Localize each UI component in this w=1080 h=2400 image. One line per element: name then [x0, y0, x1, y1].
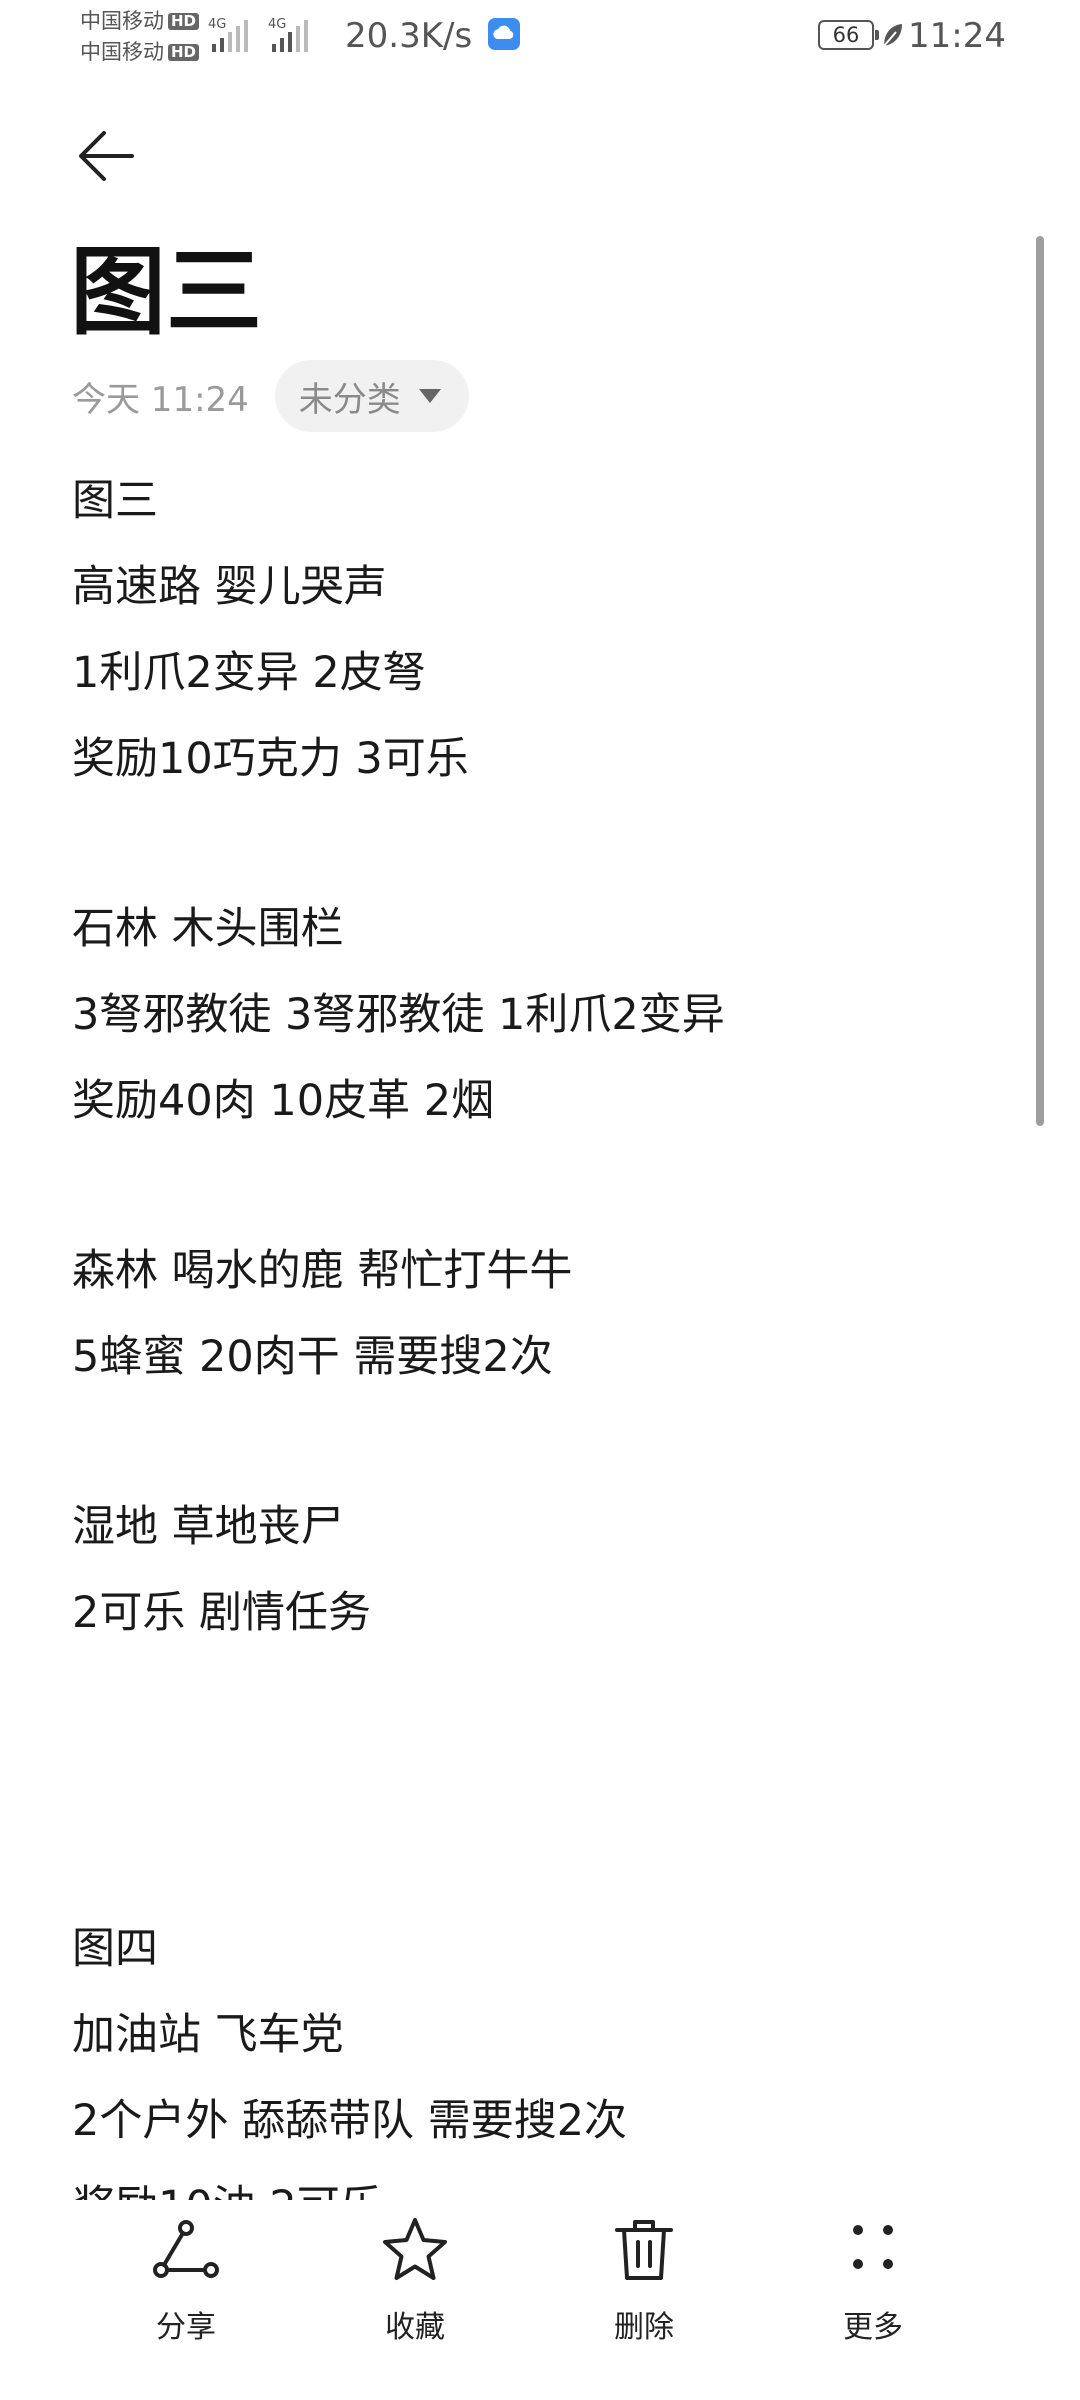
status-bar: 中国移动 HD 中国移动 HD 4G 4G 20.3K/s 66 11:24: [0, 0, 1080, 80]
battery-level: 66: [832, 23, 860, 47]
note-line[interactable]: 图四: [72, 1906, 1012, 1992]
trash-icon: [615, 2220, 673, 2280]
note-line[interactable]: 3弩邪教徒 3弩邪教徒 1利爪2变异: [72, 972, 1012, 1058]
more-button[interactable]: 更多: [773, 2214, 973, 2364]
note-line[interactable]: [72, 1656, 1012, 1906]
battery-icon: 66: [818, 20, 879, 50]
cloud-app-icon: [488, 18, 520, 50]
delete-label: 删除: [614, 2310, 674, 2345]
scrollbar[interactable]: [1036, 236, 1044, 1126]
share-button[interactable]: 分享: [86, 2214, 286, 2364]
signal-icon-2: 4G: [268, 17, 308, 52]
note-line[interactable]: 森林 喝水的鹿 帮忙打牛牛: [72, 1228, 1012, 1314]
back-button[interactable]: [68, 118, 144, 194]
note-line[interactable]: 图三: [72, 458, 1012, 544]
category-label: 未分类: [298, 379, 401, 420]
carrier-info: 中国移动 HD 中国移动 HD: [80, 6, 200, 68]
more-label: 更多: [843, 2310, 903, 2345]
note-line[interactable]: 5蜂蜜 20肉干 需要搜2次: [72, 1314, 1012, 1400]
favorite-button[interactable]: 收藏: [315, 2214, 515, 2364]
arrow-left-icon: [79, 131, 134, 181]
favorite-label: 收藏: [385, 2310, 445, 2345]
star-icon: [383, 2218, 447, 2280]
page-title[interactable]: 图三: [70, 232, 262, 352]
note-line[interactable]: 奖励40肉 10皮革 2烟: [72, 1058, 1012, 1144]
network-type-1: 4G: [208, 17, 226, 32]
more-dots-icon: [853, 2225, 893, 2269]
note-line[interactable]: [72, 802, 1012, 886]
status-time: 11:24: [908, 16, 1006, 56]
carrier-2-label: 中国移动: [80, 40, 164, 64]
share-label: 分享: [156, 2310, 216, 2345]
share-icon: [153, 2220, 219, 2278]
hd-badge-2: HD: [168, 44, 200, 61]
note-line[interactable]: 加油站 飞车党: [72, 1992, 1012, 2078]
note-line[interactable]: [72, 1400, 1012, 1484]
carrier-1-label: 中国移动: [80, 9, 164, 33]
note-line[interactable]: [72, 1144, 1012, 1228]
leaf-icon: [883, 24, 902, 47]
note-line[interactable]: 湿地 草地丧尸: [72, 1484, 1012, 1570]
note-line[interactable]: 石林 木头围栏: [72, 886, 1012, 972]
note-line[interactable]: 2个户外 舔舔带队 需要搜2次: [72, 2078, 1012, 2164]
note-line[interactable]: 奖励10巧克力 3可乐: [72, 716, 1012, 802]
note-meta: 今天 11:24 未分类: [72, 360, 469, 432]
note-line[interactable]: 2可乐 剧情任务: [72, 1570, 1012, 1656]
triangle-down-icon: [418, 389, 441, 403]
note-editor[interactable]: 图三 高速路 婴儿哭声 1利爪2变异 2皮弩 奖励10巧克力 3可乐 石林 木头围栏 3弩…: [72, 458, 1012, 2218]
note-date: 今天 11:24: [72, 379, 249, 420]
note-line[interactable]: 高速路 婴儿哭声: [72, 544, 1012, 630]
network-type-2: 4G: [268, 17, 286, 32]
delete-button[interactable]: 删除: [544, 2214, 744, 2364]
hd-badge-1: HD: [168, 13, 200, 30]
signal-icon-1: 4G: [208, 17, 248, 52]
category-dropdown[interactable]: 未分类: [274, 360, 469, 432]
net-speed: 20.3K/s: [345, 16, 473, 56]
bottom-toolbar: 分享 收藏 删除 更多: [0, 2200, 1080, 2400]
note-line[interactable]: 1利爪2变异 2皮弩: [72, 630, 1012, 716]
